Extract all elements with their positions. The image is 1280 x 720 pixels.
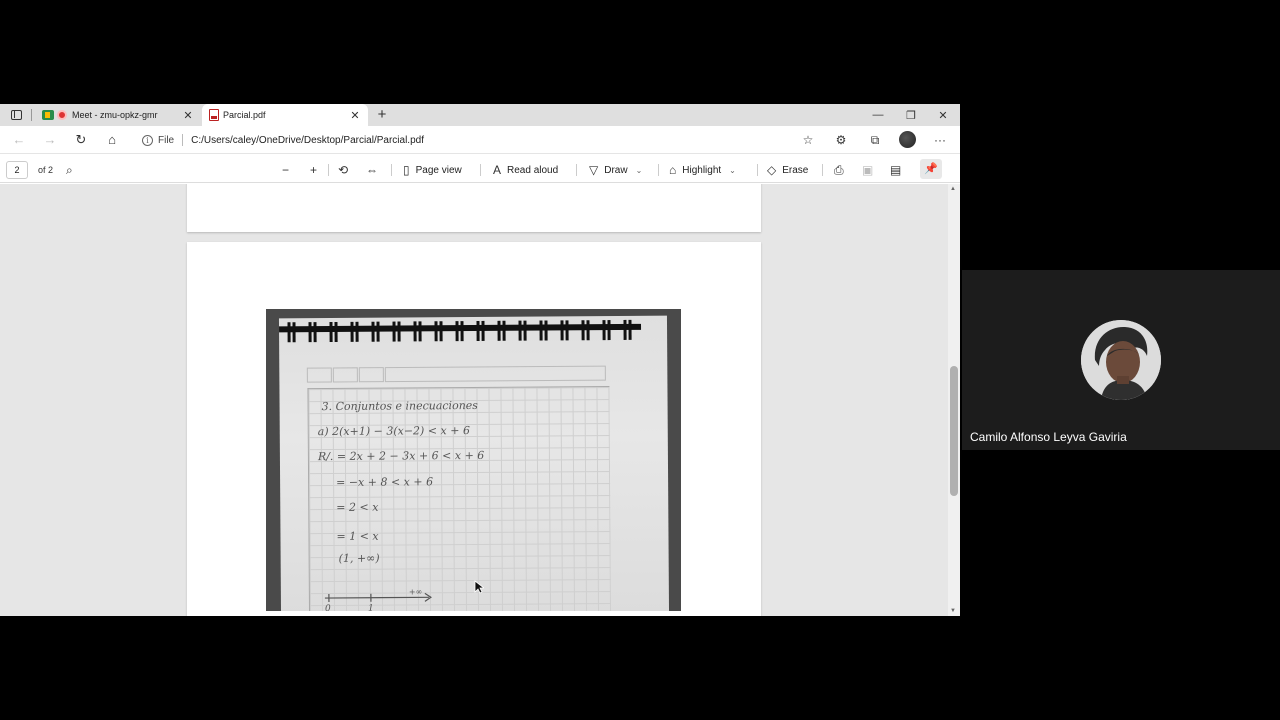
profile-icon[interactable]: [899, 131, 916, 148]
chevron-down-icon[interactable]: ⌄: [729, 166, 736, 175]
divider: [391, 164, 392, 176]
new-tab-button[interactable]: +: [374, 106, 390, 124]
page-view-button[interactable]: ▯ Page view: [403, 161, 462, 179]
handwriting-line: R/. = 2x + 2 − 3x + 6 < x + 6: [317, 448, 485, 464]
divider: [757, 164, 758, 176]
zoom-in-icon[interactable]: +: [310, 161, 323, 179]
zoom-out-icon[interactable]: −: [282, 161, 295, 179]
pdf-viewport[interactable]: 3. Conjuntos e inecuaciones a) 2(x+1) − …: [0, 184, 948, 616]
divider: [328, 164, 329, 176]
more-icon[interactable]: ···: [931, 132, 949, 148]
axis-label: 1: [367, 603, 374, 611]
avatar: [1081, 320, 1161, 400]
read-aloud-icon: A: [493, 163, 502, 177]
scroll-down-icon[interactable]: ▼: [950, 608, 956, 614]
participant-tile: Camilo Alfonso Leyva Gaviria: [962, 270, 1280, 450]
divider: [480, 164, 481, 176]
browser-window: Meet - zmu-opkz-gmr ✕ Parcial.pdf ✕ + — …: [0, 104, 960, 616]
vertical-scrollbar[interactable]: ▲ ▼: [948, 184, 960, 616]
divider: [182, 134, 184, 146]
scrollbar-thumb[interactable]: [950, 366, 958, 496]
pdf-icon: [208, 109, 220, 121]
tab-parcial-pdf[interactable]: Parcial.pdf ✕: [202, 104, 368, 126]
screen: Meet - zmu-opkz-gmr ✕ Parcial.pdf ✕ + — …: [0, 0, 1280, 720]
collections-icon[interactable]: ⧉: [866, 132, 884, 148]
recording-icon: [57, 110, 67, 120]
erase-button[interactable]: ◇ Erase: [767, 161, 808, 179]
search-icon[interactable]: ⌕: [66, 161, 79, 179]
read-aloud-button[interactable]: A Read aloud: [493, 161, 558, 179]
handwriting-line: 3. Conjuntos e inecuaciones: [321, 398, 478, 414]
pdf-page-2: 3. Conjuntos e inecuaciones a) 2(x+1) − …: [187, 242, 761, 616]
close-tab-button[interactable]: ✕: [348, 109, 362, 122]
divider: [31, 109, 32, 121]
tab-title: Meet - zmu-opkz-gmr: [72, 110, 158, 120]
forward-icon[interactable]: →: [41, 131, 59, 149]
favorites-icon[interactable]: ☆: [799, 132, 817, 148]
highlight-label: Highlight: [682, 164, 722, 176]
tab-bar: Meet - zmu-opkz-gmr ✕ Parcial.pdf ✕ + — …: [0, 104, 960, 126]
page-total: of 2: [38, 165, 54, 175]
address-bar: ← → ↻ ⌂ i File C:/Users/caley/OneDrive/D…: [0, 126, 960, 154]
home-icon[interactable]: ⌂: [103, 131, 121, 149]
page-view-label: Page view: [415, 164, 462, 176]
save-as-icon[interactable]: ▤: [890, 161, 907, 179]
print-icon[interactable]: ⎙: [834, 161, 850, 179]
handwriting-line: a) 2(x+1) − 3(x−2) < x + 6: [317, 424, 470, 439]
info-icon[interactable]: i: [142, 134, 153, 146]
minimize-button[interactable]: —: [862, 104, 894, 126]
refresh-icon[interactable]: ↻: [72, 131, 90, 149]
notebook-grid: [307, 386, 612, 611]
close-window-button[interactable]: ✕: [927, 104, 959, 126]
axis-label: 0: [324, 604, 331, 611]
save-icon[interactable]: ▣: [862, 161, 879, 179]
draw-button[interactable]: ▽ Draw ⌄: [589, 161, 642, 179]
page-view-icon: ▯: [403, 163, 410, 177]
url-text[interactable]: C:/Users/caley/OneDrive/Desktop/Parcial/…: [191, 135, 424, 146]
pdf-page-1: [187, 184, 761, 232]
erase-label: Erase: [782, 164, 809, 176]
notebook-page: 3. Conjuntos e inecuaciones a) 2(x+1) − …: [278, 315, 670, 611]
url-scheme-label: File: [158, 134, 175, 146]
meet-icon: [42, 109, 54, 121]
page-number-input[interactable]: 2: [6, 161, 28, 179]
highlight-button[interactable]: ⌂ Highlight ⌄: [669, 161, 736, 179]
mouse-cursor-icon: [474, 580, 484, 594]
header-boxes: [306, 365, 606, 383]
tab-actions-icon[interactable]: [8, 108, 24, 122]
extensions-icon[interactable]: ⚙: [832, 132, 850, 148]
read-aloud-label: Read aloud: [507, 164, 559, 176]
handwriting-line: (1, +∞): [338, 551, 380, 565]
handwriting-line: = 1 < x: [336, 529, 379, 543]
axis-label: +∞: [408, 587, 423, 597]
chevron-down-icon[interactable]: ⌄: [636, 166, 643, 175]
erase-icon: ◇: [767, 163, 777, 177]
handwriting-line: = −x + 8 < x + 6: [336, 475, 434, 489]
divider: [822, 164, 823, 176]
url-field[interactable]: i File C:/Users/caley/OneDrive/Desktop/P…: [136, 130, 826, 150]
pdf-toolbar: 2 of 2 ⌕ − + ⟲ ⇔ ▯ Page view A Read alou…: [0, 155, 960, 183]
close-tab-button[interactable]: ✕: [181, 109, 195, 122]
tab-meet[interactable]: Meet - zmu-opkz-gmr ✕: [36, 104, 201, 126]
divider: [576, 164, 577, 176]
number-line: [324, 592, 432, 603]
fit-icon[interactable]: ⇔: [366, 161, 384, 179]
highlight-icon: ⌂: [669, 163, 677, 177]
draw-label: Draw: [604, 164, 628, 176]
draw-icon: ▽: [589, 163, 599, 177]
participant-name: Camilo Alfonso Leyva Gaviria: [970, 430, 1127, 444]
tab-title: Parcial.pdf: [223, 110, 266, 120]
spiral-binding: [279, 319, 642, 343]
pin-icon[interactable]: 📌: [920, 159, 942, 179]
divider: [658, 164, 659, 176]
restore-button[interactable]: ❐: [895, 104, 927, 126]
notebook-photo: 3. Conjuntos e inecuaciones a) 2(x+1) − …: [266, 309, 681, 611]
handwriting-line: = 2 < x: [336, 500, 379, 514]
scroll-up-icon[interactable]: ▲: [950, 186, 956, 192]
back-icon[interactable]: ←: [10, 131, 28, 149]
rotate-icon[interactable]: ⟲: [338, 161, 354, 179]
